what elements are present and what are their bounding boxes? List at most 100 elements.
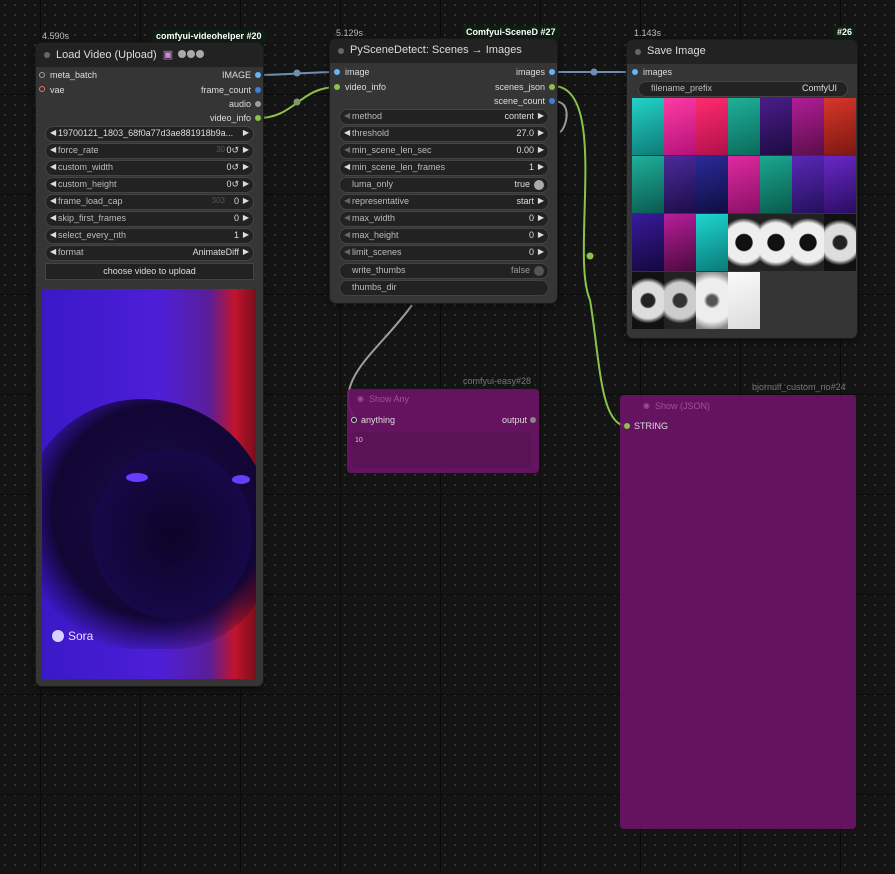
output-thumbnail[interactable] — [632, 156, 664, 213]
output-thumbnail[interactable] — [696, 156, 728, 213]
widget-format[interactable]: ◀ format AnimateDiff ▶ — [45, 245, 254, 261]
arrow-right-icon[interactable]: ▶ — [243, 162, 249, 171]
output-thumbnail[interactable] — [792, 98, 824, 155]
slot-dot[interactable] — [549, 98, 555, 104]
output-thumbnail[interactable] — [824, 156, 856, 213]
arrow-right-icon[interactable]: ▶ — [538, 162, 544, 171]
video-preview[interactable]: Sora — [42, 289, 256, 679]
arrow-left-icon[interactable]: ◀ — [50, 230, 56, 239]
widget-write-thumbs[interactable]: write_thumbs false — [339, 263, 549, 279]
collapse-dot[interactable] — [635, 49, 641, 55]
widget-representative[interactable]: ◀ representative start ▶ — [339, 194, 549, 210]
output-thumbnail[interactable] — [760, 156, 792, 213]
input-vae[interactable]: vae — [50, 85, 65, 95]
arrow-right-icon[interactable]: ▶ — [538, 128, 544, 137]
collapse-dot[interactable] — [338, 48, 344, 54]
slot-dot[interactable] — [632, 69, 638, 75]
slot-dot[interactable] — [624, 423, 630, 429]
arrow-left-icon[interactable]: ◀ — [50, 247, 56, 256]
output-thumbnail[interactable] — [728, 156, 760, 213]
output-thumbnail[interactable] — [760, 98, 792, 155]
slot-dot[interactable] — [334, 69, 340, 75]
arrow-right-icon[interactable]: ▶ — [243, 179, 249, 188]
output-scenes-json[interactable]: scenes_json — [495, 82, 545, 92]
link-midpoint-dot[interactable] — [586, 252, 594, 260]
slot-dot[interactable] — [530, 417, 536, 423]
arrow-right-icon[interactable]: ▶ — [538, 230, 544, 239]
output-thumbnail[interactable] — [632, 272, 664, 329]
widget-method[interactable]: ◀ method content ▶ — [339, 109, 549, 125]
node-header[interactable]: Load Video (Upload) ▣ — [36, 43, 263, 67]
arrow-right-icon[interactable]: ▶ — [538, 196, 544, 205]
arrow-left-icon[interactable]: ◀ — [344, 128, 350, 137]
slot-dot[interactable] — [334, 84, 340, 90]
arrow-left-icon[interactable]: ◀ — [50, 196, 56, 205]
widget-filename-prefix[interactable]: filename_prefix ComfyUI — [638, 81, 848, 97]
slot-dot[interactable] — [351, 417, 357, 423]
widget-luma-only[interactable]: luma_only true — [339, 177, 549, 193]
output-thumbnail[interactable] — [728, 98, 760, 155]
arrow-right-icon[interactable]: ▶ — [538, 111, 544, 120]
node-header[interactable]: PySceneDetect: Scenes → Images — [330, 39, 557, 63]
output-scene-count[interactable]: scene_count — [494, 96, 545, 106]
output-images[interactable]: images — [516, 67, 545, 77]
collapse-dot[interactable] — [44, 52, 50, 58]
output-thumbnail[interactable] — [632, 214, 664, 271]
node-header[interactable]: Save Image — [627, 40, 857, 64]
arrow-left-icon[interactable]: ◀ — [344, 145, 350, 154]
arrow-left-icon[interactable]: ◀ — [344, 111, 350, 120]
output-thumbnail[interactable] — [664, 156, 696, 213]
show-json-node[interactable] — [620, 395, 856, 829]
output-thumbnail[interactable] — [696, 272, 728, 329]
arrow-right-icon[interactable]: ▶ — [538, 145, 544, 154]
output-thumbnail[interactable] — [696, 98, 728, 155]
choose-video-button[interactable]: choose video to upload — [45, 263, 254, 280]
widget-max-height[interactable]: ◀ max_height 0 ▶ — [339, 228, 549, 244]
widget-frame-load-cap[interactable]: ◀ frame_load_cap 303 0 ▶ — [45, 194, 254, 210]
link-midpoint-dot[interactable] — [590, 68, 598, 76]
arrow-right-icon[interactable]: ▶ — [243, 247, 249, 256]
output-output[interactable]: output — [502, 415, 527, 425]
arrow-left-icon[interactable]: ◀ — [50, 162, 56, 171]
widget-min-scene-len-sec[interactable]: ◀ min_scene_len_sec 0.00 ▶ — [339, 143, 549, 159]
widget-limit-scenes[interactable]: ◀ limit_scenes 0 ▶ — [339, 245, 549, 261]
arrow-right-icon[interactable]: ▶ — [243, 128, 249, 137]
widget-force-rate[interactable]: ◀ force_rate 30 0↺ ▶ — [45, 143, 254, 159]
input-images[interactable]: images — [643, 67, 672, 77]
output-thumbnail[interactable] — [824, 98, 856, 155]
arrow-right-icon[interactable]: ▶ — [243, 230, 249, 239]
output-thumbnail[interactable] — [824, 214, 856, 271]
output-thumbnail[interactable] — [664, 272, 696, 329]
output-video-info[interactable]: video_info — [210, 113, 251, 123]
widget-min-scene-len-frames[interactable]: ◀ min_scene_len_frames 1 ▶ — [339, 160, 549, 176]
arrow-left-icon[interactable]: ◀ — [344, 213, 350, 222]
link-midpoint-dot[interactable] — [293, 69, 301, 77]
widget-max-width[interactable]: ◀ max_width 0 ▶ — [339, 211, 549, 227]
widget-select-every-nth[interactable]: ◀ select_every_nth 1 ▶ — [45, 228, 254, 244]
arrow-right-icon[interactable]: ▶ — [538, 247, 544, 256]
arrow-left-icon[interactable]: ◀ — [50, 145, 56, 154]
output-thumbnail[interactable] — [696, 214, 728, 271]
arrow-left-icon[interactable]: ◀ — [344, 196, 350, 205]
link-midpoint-dot[interactable] — [293, 98, 301, 106]
output-thumbnail[interactable] — [728, 214, 760, 271]
arrow-left-icon[interactable]: ◀ — [344, 247, 350, 256]
slot-dot[interactable] — [255, 101, 261, 107]
slot-dot[interactable] — [255, 115, 261, 121]
input-meta-batch[interactable]: meta_batch — [50, 70, 97, 80]
widget-skip-first-frames[interactable]: ◀ skip_first_frames 0 ▶ — [45, 211, 254, 227]
arrow-right-icon[interactable]: ▶ — [243, 145, 249, 154]
output-image[interactable]: IMAGE — [222, 70, 251, 80]
slot-dot[interactable] — [39, 86, 45, 92]
slot-dot[interactable] — [549, 69, 555, 75]
arrow-left-icon[interactable]: ◀ — [344, 162, 350, 171]
toggle-on-icon[interactable] — [534, 180, 544, 190]
arrow-left-icon[interactable]: ◀ — [50, 128, 56, 137]
widget-video-file[interactable]: ◀ 19700121_1803_68f0a77d3ae881918b9a... ▶ — [45, 126, 254, 142]
output-audio[interactable]: audio — [229, 99, 251, 109]
input-anything[interactable]: anything — [361, 415, 395, 425]
arrow-right-icon[interactable]: ▶ — [243, 213, 249, 222]
widget-thumbs-dir[interactable]: thumbs_dir — [339, 280, 549, 296]
slot-dot[interactable] — [39, 72, 45, 78]
arrow-left-icon[interactable]: ◀ — [50, 179, 56, 188]
